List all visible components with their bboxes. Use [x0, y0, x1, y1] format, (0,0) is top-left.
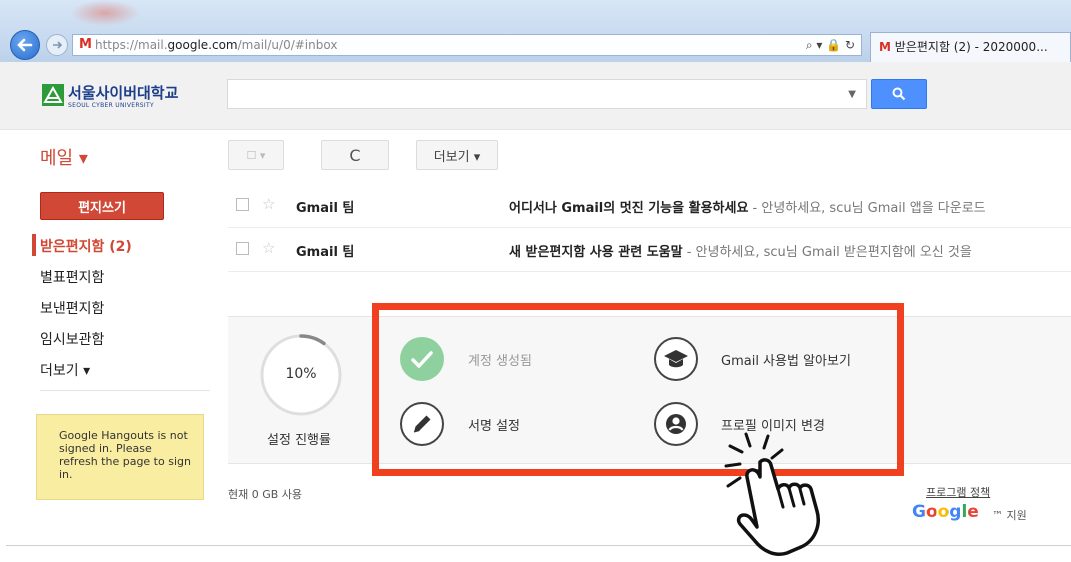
message-checkbox[interactable]: [236, 242, 249, 255]
progress-percent: 10%: [285, 366, 317, 382]
search-button[interactable]: [871, 79, 927, 109]
more-actions-button[interactable]: 더보기 ▾: [416, 140, 498, 170]
person-icon[interactable]: [654, 402, 698, 446]
gmail-tab-icon: M: [879, 40, 891, 54]
search-icon: [892, 87, 906, 101]
storage-usage: 현재 0 GB 사용: [228, 488, 303, 501]
message-sender: Gmail 팀: [296, 245, 355, 260]
progress-label: 설정 진행률: [267, 433, 331, 448]
address-bar[interactable]: M https://mail.google.com/mail/u/0/#inbo…: [72, 34, 862, 56]
url-text: https://mail.google.com/mail/u/0/#inbox: [95, 38, 338, 52]
star-icon[interactable]: ☆: [262, 239, 275, 257]
page-bottom-border: [6, 545, 1071, 546]
program-policy-link[interactable]: 프로그램 정책: [926, 484, 990, 500]
active-folder-marker: [32, 234, 36, 256]
message-preview: 새 받은편지함 사용 관련 도움말 - 안녕하세요, scu님 Gmail 받은…: [509, 241, 1071, 260]
sidebar-item-sent[interactable]: 보낸편지함: [40, 298, 104, 318]
logo-name: 서울사이버대학교: [68, 84, 179, 102]
mail-menu[interactable]: 메일 ▾: [40, 144, 88, 170]
google-logo: Google: [912, 502, 979, 522]
task-learn-gmail[interactable]: Gmail 사용법 알아보기: [721, 350, 851, 369]
google-logo-text: Google: [912, 502, 979, 522]
refresh-button[interactable]: C: [321, 140, 389, 170]
sidebar-item-starred[interactable]: 별표편지함: [40, 267, 104, 287]
browser-toolbar: M https://mail.google.com/mail/u/0/#inbo…: [0, 0, 1071, 62]
search-input[interactable]: ▼: [227, 79, 867, 109]
task-set-signature[interactable]: 서명 설정: [468, 415, 520, 434]
search-options-caret-icon[interactable]: ▼: [848, 89, 856, 100]
message-row[interactable]: ☆ Gmail 팀 어디서나 Gmail의 멋진 기능을 활용하세요 - 안녕하…: [228, 184, 1071, 228]
sidebar-item-more[interactable]: 더보기 ▾: [40, 360, 90, 380]
logo-subtitle: SEOUL CYBER UNIVERSITY: [68, 102, 154, 109]
hangouts-notice: Google Hangouts is not signed in. Please…: [36, 414, 204, 500]
forward-button[interactable]: [46, 34, 68, 56]
arrow-left-icon: [17, 38, 33, 52]
graduation-cap-icon[interactable]: [654, 337, 698, 381]
gmail-favicon-icon: M: [79, 37, 92, 52]
compose-button[interactable]: 편지쓰기: [40, 192, 164, 220]
star-icon[interactable]: ☆: [262, 195, 275, 213]
logo-mark-icon: [42, 84, 64, 106]
message-snippet: - 안녕하세요, scu님 Gmail 받은편지함에 오신 것을: [682, 245, 972, 260]
task-account-created: 계정 생성됨: [468, 354, 532, 369]
blurred-area: [70, 0, 140, 26]
back-button[interactable]: [10, 30, 40, 60]
google-support-link[interactable]: ™ 지원: [992, 507, 1027, 523]
message-checkbox[interactable]: [236, 198, 249, 211]
message-preview: 어디서나 Gmail의 멋진 기능을 활용하세요 - 안녕하세요, scu님 G…: [509, 197, 1071, 216]
app-header: 서울사이버대학교 SEOUL CYBER UNIVERSITY ▼: [0, 62, 1071, 130]
address-bar-controls[interactable]: ⌕ ▾ 🔒 ↻: [806, 35, 855, 55]
tab-title: 받은편지함 (2) - 2020000...: [894, 40, 1048, 54]
check-icon: [400, 337, 444, 381]
select-checkbox-button[interactable]: ☐ ▾: [228, 140, 284, 170]
sidebar-item-drafts[interactable]: 임시보관함: [40, 329, 104, 349]
message-sender: Gmail 팀: [296, 201, 355, 216]
pointing-hand-icon: [724, 432, 820, 556]
sidebar-divider: [40, 390, 210, 391]
message-snippet: - 안녕하세요, scu님 Gmail 앱을 다운로드: [748, 201, 986, 216]
pencil-icon[interactable]: [400, 402, 444, 446]
message-subject: 어디서나 Gmail의 멋진 기능을 활용하세요: [509, 201, 749, 216]
message-subject: 새 받은편지함 사용 관련 도움말: [509, 245, 683, 260]
message-row[interactable]: ☆ Gmail 팀 새 받은편지함 사용 관련 도움말 - 안녕하세요, scu…: [228, 228, 1071, 272]
sidebar-item-inbox[interactable]: 받은편지함 (2): [40, 236, 132, 256]
setup-progress-panel: [228, 316, 1071, 464]
arrow-right-icon: [53, 41, 63, 49]
browser-tab[interactable]: M 받은편지함 (2) - 2020000...: [870, 32, 1071, 62]
